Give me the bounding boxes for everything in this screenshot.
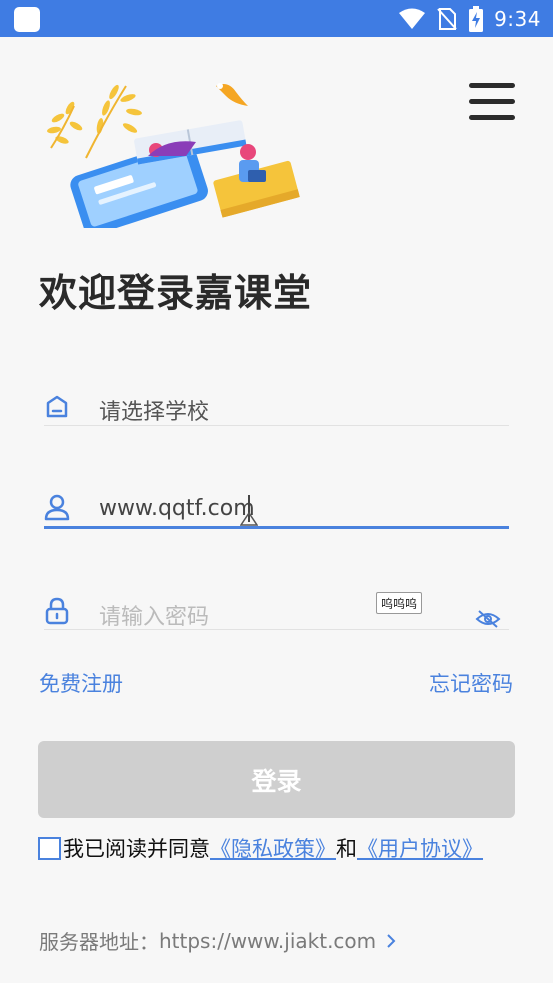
user-icon	[44, 494, 70, 521]
server-label: 服务器地址：	[39, 930, 159, 954]
page-title: 欢迎登录嘉课堂	[39, 271, 313, 315]
status-indicators: 9:34	[398, 0, 541, 37]
tooltip: 呜呜呜	[376, 592, 423, 614]
login-button[interactable]: 登录	[38, 741, 515, 818]
login-screen: 9:34 欢迎登录嘉课堂 请选择学校 www.qqtf.com 请输入密码 呜呜…	[0, 0, 553, 983]
wifi-icon	[399, 8, 426, 29]
agreement-checkbox[interactable]	[38, 836, 61, 860]
password-placeholder: 请输入密码	[99, 605, 210, 630]
user-agreement-link[interactable]: 《用户协议》	[357, 833, 483, 863]
privacy-policy-link[interactable]: 《隐私政策》	[210, 833, 336, 863]
chevron-right-icon	[387, 933, 396, 948]
username-value: www.qqtf.com	[99, 496, 255, 521]
register-link[interactable]: 免费注册	[39, 668, 123, 698]
agreement-prefix: 我已阅读并同意	[63, 837, 210, 861]
reading-illustration	[47, 83, 300, 228]
forgot-password-link[interactable]: 忘记密码	[429, 668, 513, 698]
notification-app-icon	[14, 7, 40, 32]
status-bar: 9:34	[0, 0, 553, 37]
no-sim-icon	[437, 7, 457, 30]
school-select-field[interactable]: 请选择学校	[44, 388, 509, 428]
password-input[interactable]: 请输入密码	[44, 593, 509, 633]
school-placeholder: 请选择学校	[99, 400, 210, 425]
lock-icon	[45, 597, 69, 625]
status-time: 9:34	[494, 6, 541, 31]
agreement-row: 我已阅读并同意 《隐私政策》 和 《用户协议》	[38, 835, 483, 861]
password-underline	[44, 629, 509, 630]
hamburger-menu-icon[interactable]	[469, 83, 515, 123]
battery-charging-icon	[469, 5, 484, 32]
cursor-handle-icon[interactable]	[240, 512, 258, 526]
server-value: https://www.jiakt.com	[159, 928, 377, 953]
eye-hidden-icon[interactable]	[475, 609, 501, 629]
username-input[interactable]: www.qqtf.com	[44, 490, 509, 532]
school-underline	[44, 425, 509, 426]
school-building-icon	[46, 395, 68, 418]
agreement-and: 和	[336, 837, 357, 861]
server-address-row[interactable]: 服务器地址： https://www.jiakt.com	[39, 926, 396, 955]
username-underline	[44, 526, 509, 529]
